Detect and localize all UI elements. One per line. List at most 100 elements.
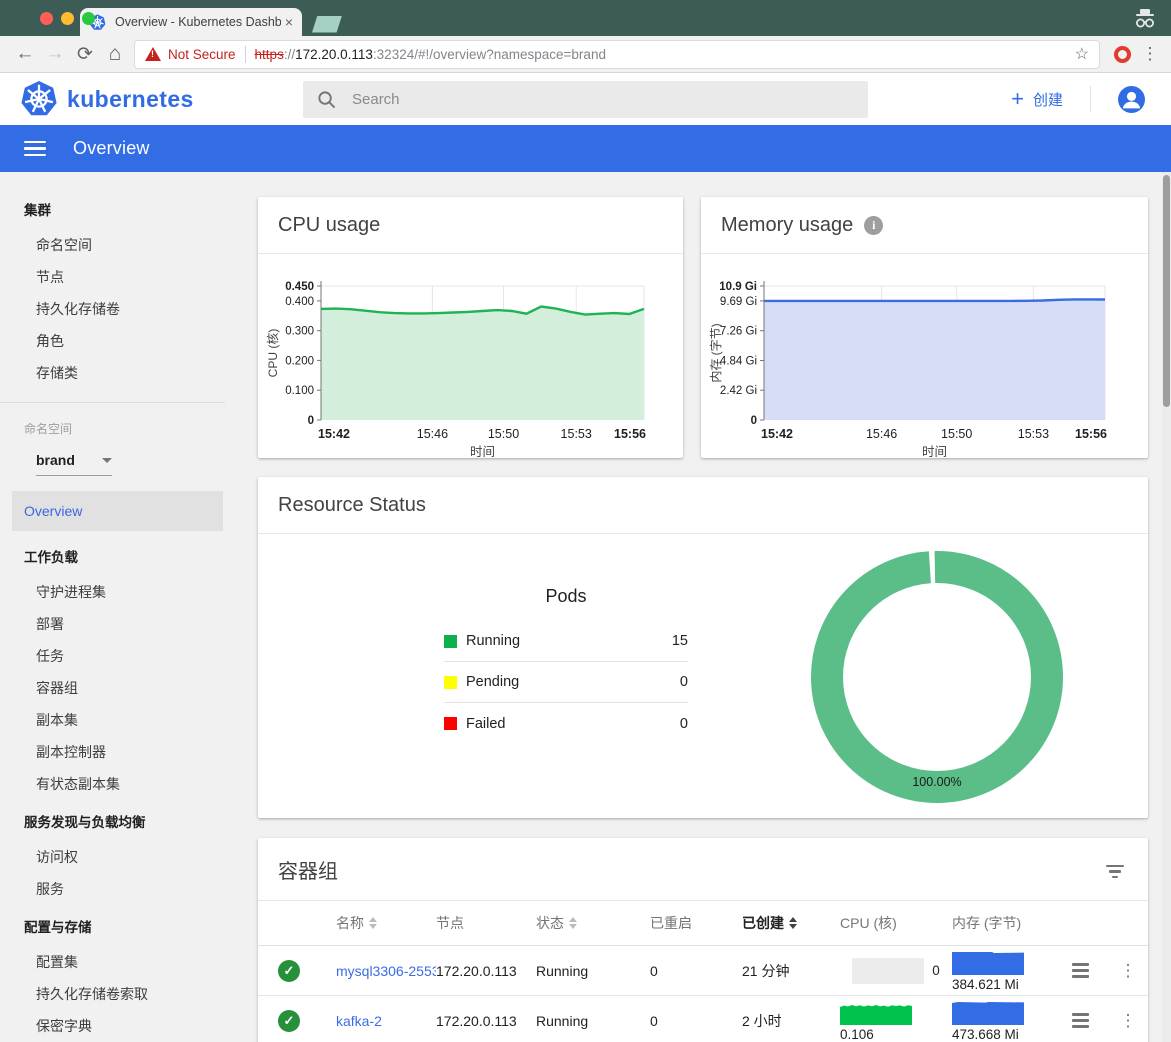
pods-legend-title: Pods [444, 586, 688, 607]
home-icon[interactable]: ⌂ [100, 42, 130, 66]
pod-restarts: 0 [650, 963, 742, 979]
browser-menu-icon[interactable]: ⋮ [1139, 44, 1161, 64]
sidebar-item[interactable]: 配置集 [0, 946, 240, 978]
sidebar-item[interactable]: 角色 [0, 325, 240, 357]
url-separator [245, 46, 246, 63]
sidebar-item[interactable]: 部署 [0, 608, 240, 640]
traffic-lights [40, 12, 95, 25]
create-button[interactable]: + 创建 [1011, 88, 1063, 110]
minimize-window-icon[interactable] [61, 12, 74, 25]
resource-status-title: Resource Status [258, 477, 1148, 534]
logs-icon[interactable] [1072, 963, 1089, 978]
address-bar[interactable]: Not Secure https://172.20.0.113:32324/#!… [134, 40, 1100, 69]
security-warning-icon[interactable] [145, 47, 161, 61]
pod-status: Running [536, 963, 650, 979]
pods-legend: Pods Running 15 Pending [444, 586, 688, 813]
chevron-down-icon [102, 458, 112, 463]
brand[interactable]: kubernetes [20, 80, 303, 118]
pod-memory-value: 384.621 Mi [952, 977, 1072, 992]
sidebar-item[interactable]: 持久化存储卷索取 [0, 978, 240, 1010]
plus-icon: + [1011, 88, 1024, 110]
tab-close-icon[interactable]: × [285, 14, 293, 30]
column-header-status[interactable]: 状态 [536, 913, 650, 933]
svg-text:0.100: 0.100 [285, 385, 314, 397]
memory-card-title: Memory usage [721, 214, 853, 237]
not-secure-label[interactable]: Not Secure [168, 47, 236, 62]
sidebar-item[interactable]: 任务 [0, 640, 240, 672]
sidebar-item[interactable]: 存储类 [0, 357, 240, 389]
pod-node: 172.20.0.113 [436, 963, 536, 979]
sidebar-item[interactable]: 副本控制器 [0, 736, 240, 768]
sidebar-cluster-items: 命名空间节点持久化存储卷角色存储类 [0, 229, 240, 389]
browser-extension-icon[interactable] [1114, 46, 1131, 63]
user-avatar-icon[interactable] [1118, 86, 1145, 113]
pod-node: 172.20.0.113 [436, 1013, 536, 1029]
search-input[interactable] [352, 91, 752, 108]
scrollbar-thumb[interactable] [1163, 175, 1170, 407]
reload-icon[interactable]: ⟳ [70, 43, 100, 66]
filter-icon[interactable] [1106, 861, 1124, 879]
sidebar-item[interactable]: 访问权 [0, 841, 240, 873]
pod-name-link[interactable]: kafka-2 [336, 1013, 436, 1029]
legend-label: Pending [466, 674, 519, 690]
sidebar-item[interactable]: 命名空间 [0, 229, 240, 261]
sidebar-item[interactable]: 保密字典 [0, 1010, 240, 1042]
legend-swatch-icon [444, 717, 457, 730]
memory-usage-chart: 10.9 Gi9.69 Gi7.26 Gi4.84 Gi2.42 Gi015:4… [707, 272, 1111, 458]
maximize-window-icon[interactable] [82, 12, 95, 25]
info-icon[interactable]: i [864, 216, 883, 235]
sidebar-item[interactable]: 节点 [0, 261, 240, 293]
new-tab-button[interactable] [312, 16, 342, 33]
column-header-node[interactable]: 节点 [436, 913, 536, 933]
svg-text:4.84 Gi: 4.84 Gi [720, 356, 757, 368]
sidebar-item[interactable]: 服务 [0, 873, 240, 905]
pod-name-link[interactable]: mysql3306-2553 [336, 963, 436, 979]
namespace-select[interactable]: brand [36, 452, 112, 476]
back-icon[interactable]: ← [10, 43, 40, 65]
column-header-name[interactable]: 名称 [336, 913, 436, 933]
sidebar-item[interactable]: 持久化存储卷 [0, 293, 240, 325]
legend-row: Running 15 [444, 621, 688, 662]
bookmark-star-icon[interactable]: ☆ [1075, 44, 1089, 64]
url-host: 172.20.0.113 [295, 47, 373, 62]
svg-text:15:50: 15:50 [941, 427, 972, 441]
forward-icon[interactable]: → [40, 43, 70, 65]
close-window-icon[interactable] [40, 12, 53, 25]
column-header-cpu[interactable]: CPU (核) [840, 913, 952, 933]
pod-memory-sparkline: 473.668 Mi [952, 1000, 1072, 1042]
sidebar-item-overview[interactable]: Overview [12, 491, 223, 531]
svg-text:0: 0 [308, 415, 314, 427]
pods-donut-chart: 100.00% [806, 546, 1068, 813]
row-menu-icon[interactable]: ⋮ [1114, 961, 1142, 981]
main-content: CPU usage 0.4500.4000.3000.2000.100015:4… [240, 172, 1171, 1042]
row-menu-icon[interactable]: ⋮ [1114, 1011, 1142, 1031]
logs-icon[interactable] [1072, 1013, 1089, 1028]
menu-hamburger-icon[interactable] [24, 137, 46, 161]
incognito-icon [1133, 8, 1157, 29]
sidebar: 集群 命名空间节点持久化存储卷角色存储类 命名空间 brand Overview… [0, 172, 240, 1042]
page-title: Overview [73, 138, 150, 159]
column-header-restarts[interactable]: 已重启 [650, 913, 742, 933]
column-header-memory[interactable]: 内存 (字节) [952, 913, 1072, 933]
sidebar-item[interactable]: 副本集 [0, 704, 240, 736]
pod-status: Running [536, 1013, 650, 1029]
cpu-usage-card: CPU usage 0.4500.4000.3000.2000.100015:4… [258, 197, 683, 458]
svg-text:时间: 时间 [922, 445, 947, 458]
browser-tab[interactable]: Overview - Kubernetes Dashbo × [80, 8, 302, 36]
pod-cpu-value: 0 [932, 963, 940, 978]
svg-text:2.42 Gi: 2.42 Gi [720, 385, 757, 397]
sidebar-item[interactable]: 有状态副本集 [0, 768, 240, 800]
column-header-created[interactable]: 已创建 [742, 913, 840, 933]
sidebar-item[interactable]: 容器组 [0, 672, 240, 704]
legend-swatch-icon [444, 635, 457, 648]
svg-text:7.26 Gi: 7.26 Gi [720, 326, 757, 338]
sidebar-section-cluster: 集群 [0, 188, 240, 229]
pod-created: 21 分钟 [742, 961, 840, 981]
svg-text:0.450: 0.450 [285, 281, 314, 293]
sidebar-item[interactable]: 守护进程集 [0, 576, 240, 608]
pod-created: 2 小时 [742, 1011, 840, 1031]
pod-cpu-sparkline: 0 [840, 958, 952, 984]
window-titlebar: Overview - Kubernetes Dashbo × [0, 0, 1171, 36]
table-row: ✓ kafka-2 172.20.0.113 Running 0 2 小时 0.… [258, 996, 1148, 1042]
search-bar[interactable] [303, 81, 868, 118]
